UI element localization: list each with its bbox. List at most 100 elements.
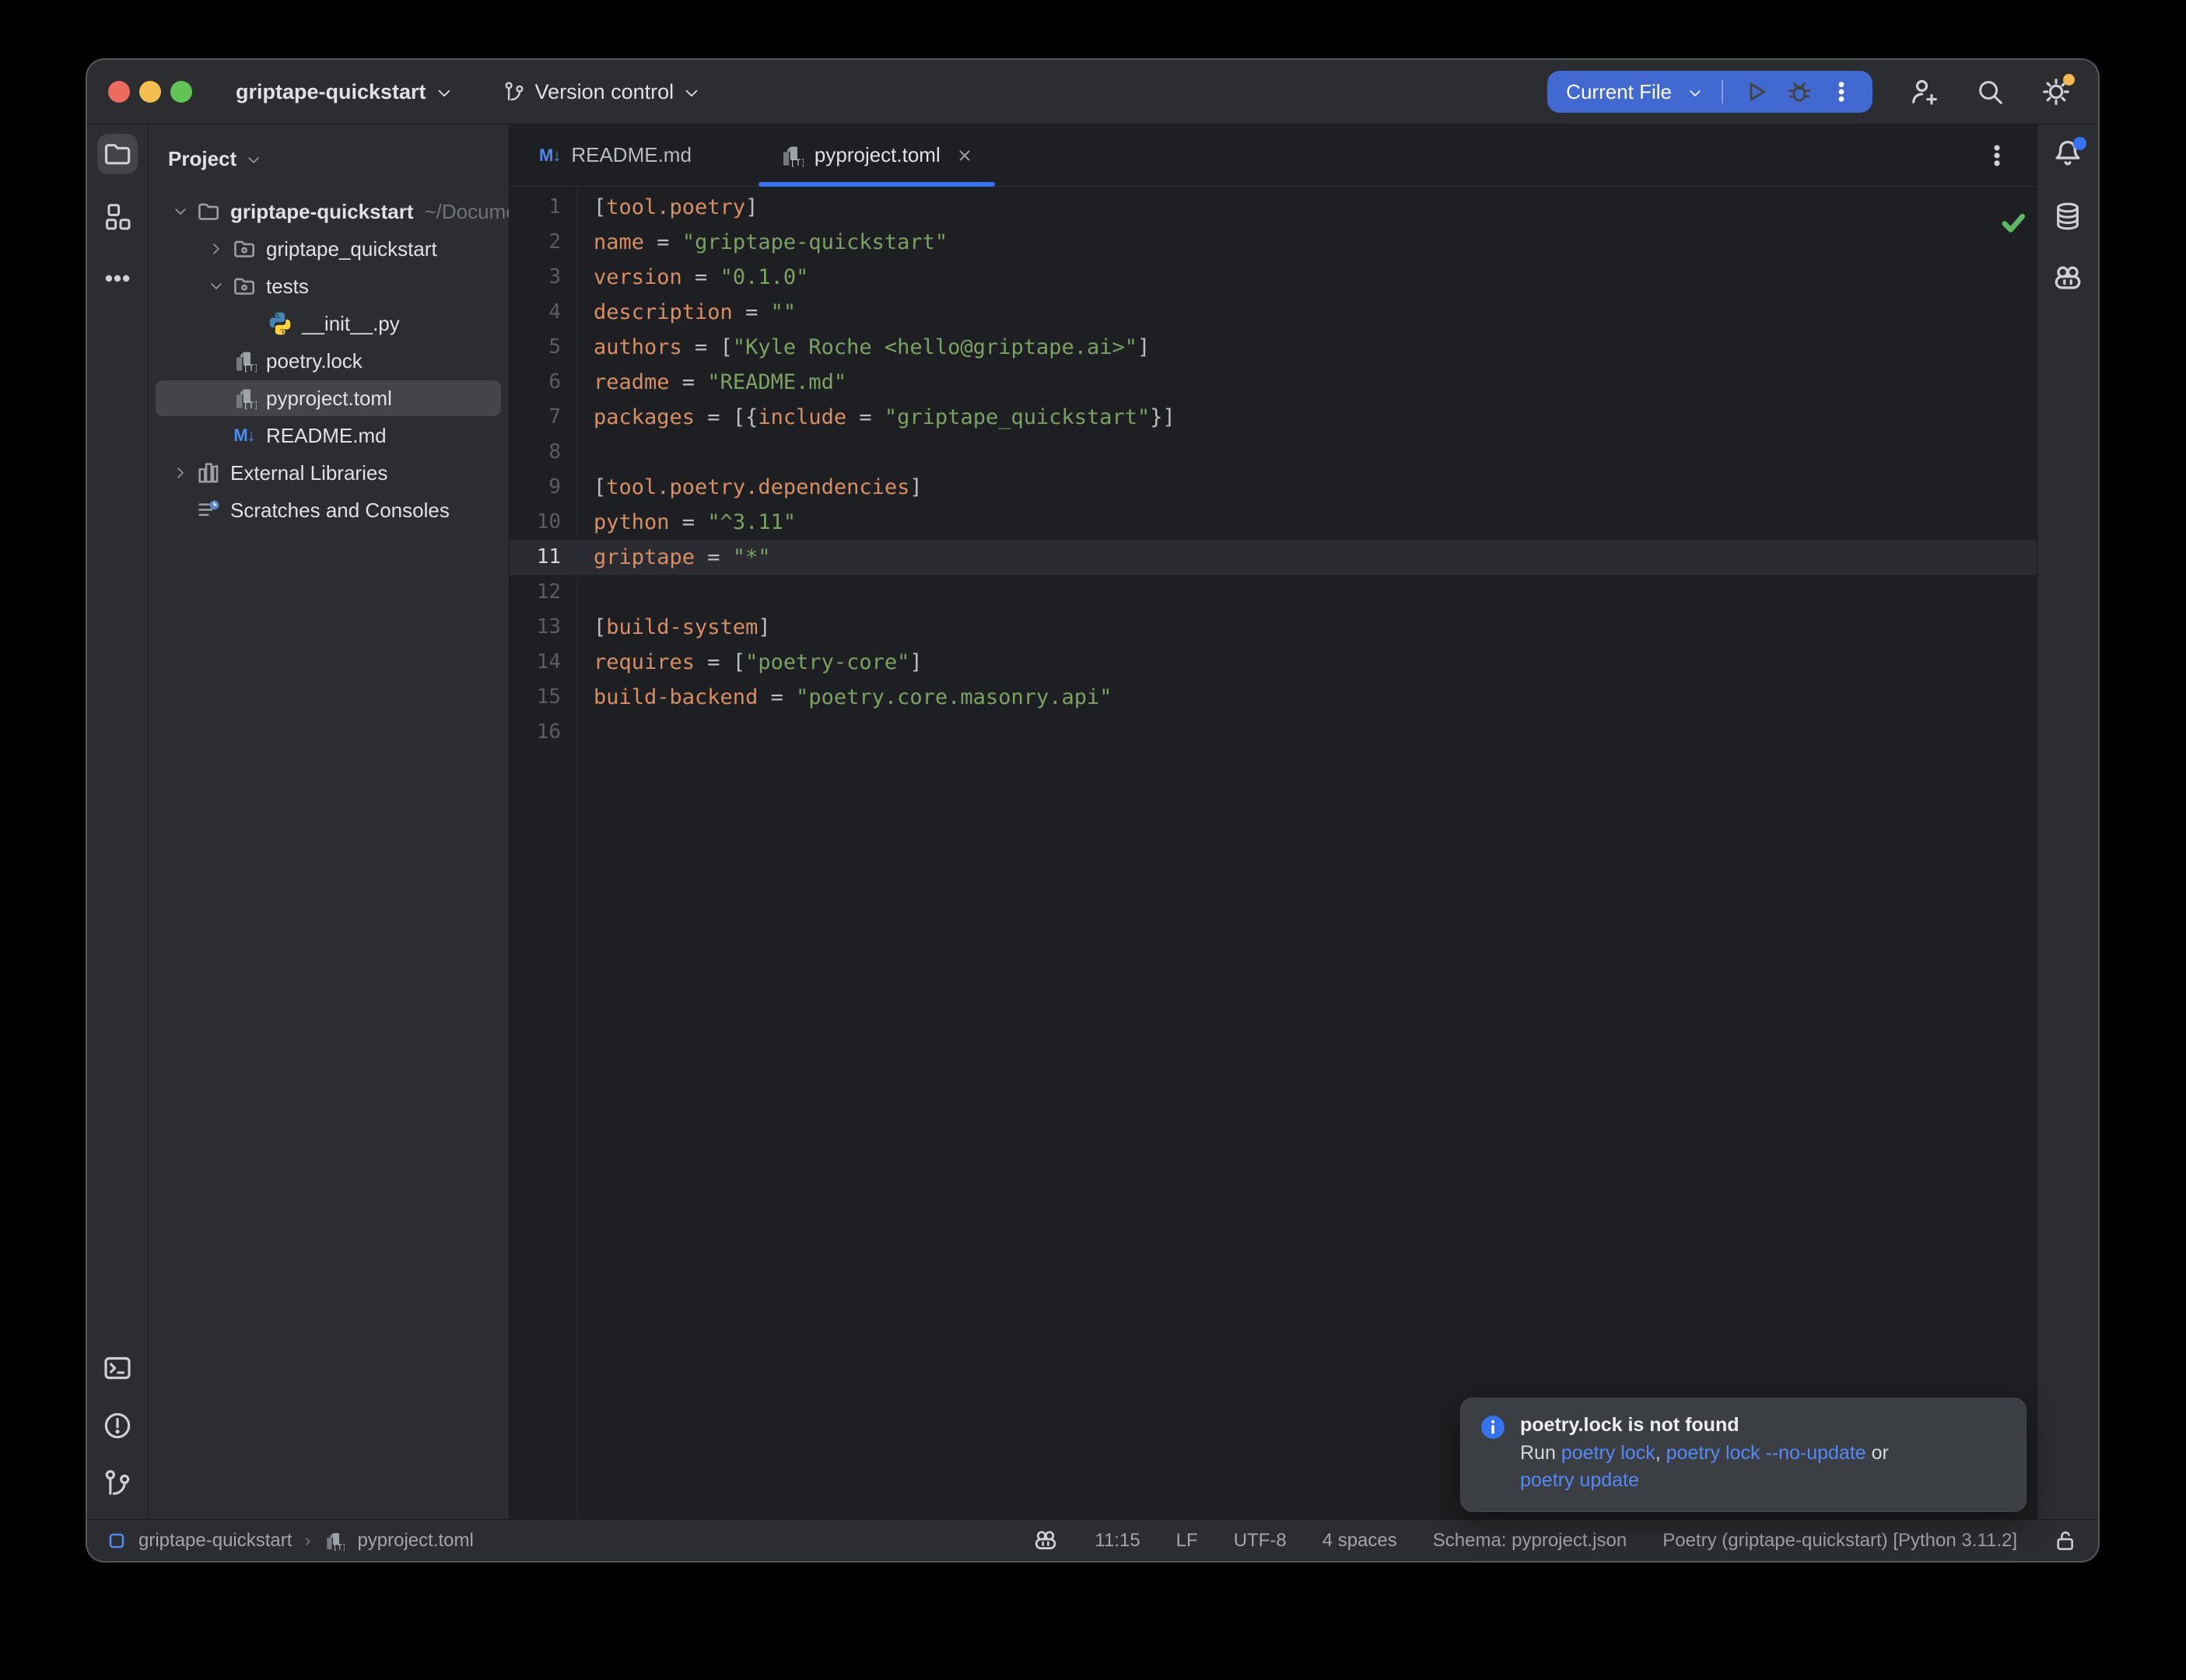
more-toolwindows-button[interactable] (97, 258, 138, 299)
database-toolwindow-button[interactable] (2048, 196, 2088, 236)
line-number[interactable]: 9 (510, 470, 578, 505)
interpreter-widget[interactable]: Poetry (griptape-quickstart) [Python 3.1… (1662, 1530, 2017, 1552)
run-configuration-selector[interactable]: Current File (1566, 80, 1672, 104)
project-panel-header[interactable]: Project (148, 124, 509, 193)
tree-item--init-py[interactable]: __init__.py (148, 305, 509, 342)
copilot-icon[interactable] (1032, 1528, 1059, 1554)
schema-widget[interactable]: Schema: pyproject.json (1433, 1530, 1627, 1552)
main-area: Project griptape-quickstart~/Docume gript… (87, 124, 2098, 1519)
tab-options-button[interactable] (1984, 124, 2010, 186)
notifications-button[interactable] (2048, 134, 2088, 174)
invite-user-icon[interactable] (1908, 76, 1939, 107)
breadcrumb-file[interactable]: pyproject.toml (357, 1530, 473, 1552)
tree-item-griptape-quickstart[interactable]: griptape-quickstart~/Docume (148, 193, 509, 230)
minimize-window-button[interactable] (139, 81, 161, 103)
settings-button[interactable] (2041, 76, 2072, 107)
tab-label: pyproject.toml (814, 143, 941, 167)
code-line[interactable]: 1[tool.poetry] (510, 190, 2037, 225)
code-line[interactable]: 10python = "^3.11" (510, 505, 2037, 540)
vcs-toolwindow-button[interactable] (97, 1463, 138, 1503)
chevron-right-icon[interactable] (202, 241, 230, 257)
toml-icon: [T] (230, 348, 258, 373)
line-number[interactable]: 12 (510, 575, 578, 610)
ai-assistant-toolwindow-button[interactable] (2048, 258, 2088, 299)
project-toolwindow-button[interactable] (97, 134, 138, 174)
tab-readme-md[interactable]: M↓ README.md (519, 124, 712, 186)
code-editor[interactable]: 1[tool.poetry]2name = "griptape-quicksta… (510, 187, 2037, 1519)
code-line[interactable]: 9[tool.poetry.dependencies] (510, 470, 2037, 505)
line-number[interactable]: 7 (510, 400, 578, 435)
line-number[interactable]: 1 (510, 190, 578, 225)
problems-toolwindow-button[interactable] (97, 1405, 138, 1446)
chevron-right-icon[interactable] (166, 465, 194, 481)
vcs-widget[interactable]: Version control (503, 80, 701, 104)
line-number[interactable]: 15 (510, 680, 578, 715)
code-line[interactable]: 12 (510, 575, 2037, 610)
more-run-options-button[interactable] (1829, 79, 1854, 104)
tree-item-external-libraries[interactable]: External Libraries (148, 454, 509, 492)
line-number[interactable]: 13 (510, 610, 578, 645)
notification-action-link[interactable]: poetry lock --no-update (1666, 1442, 1866, 1464)
tree-item-scratches-and-consoles[interactable]: Scratches and Consoles (148, 492, 509, 529)
notification-message: Run poetry lock, poetry lock --no-update… (1520, 1440, 1889, 1494)
unlocked-icon[interactable] (2053, 1528, 2078, 1553)
line-number[interactable]: 16 (510, 715, 578, 750)
code-line-text: name = "griptape-quickstart" (578, 225, 948, 260)
line-number[interactable]: 10 (510, 505, 578, 540)
code-line[interactable]: 15build-backend = "poetry.core.masonry.a… (510, 680, 2037, 715)
tree-item-poetry-lock[interactable]: [T]poetry.lock (148, 342, 509, 380)
tree-item-griptape-quickstart[interactable]: griptape_quickstart (148, 230, 509, 268)
structure-toolwindow-button[interactable] (97, 196, 138, 236)
tree-item-pyproject-toml[interactable]: [T]pyproject.toml (148, 380, 509, 417)
ide-window: griptape-quickstart Version control Curr… (87, 60, 2098, 1561)
inspections-ok-icon[interactable] (1999, 208, 2027, 236)
chevron-down-icon[interactable] (202, 278, 230, 294)
line-number[interactable]: 14 (510, 645, 578, 680)
caret-position-widget[interactable]: 11:15 (1095, 1530, 1140, 1552)
code-line[interactable]: 3version = "0.1.0" (510, 260, 2037, 295)
indent-widget[interactable]: 4 spaces (1322, 1530, 1397, 1552)
encoding-widget[interactable]: UTF-8 (1234, 1530, 1287, 1552)
notification-action-link[interactable]: poetry update (1520, 1469, 1639, 1491)
terminal-toolwindow-button[interactable] (97, 1348, 138, 1388)
close-window-button[interactable] (108, 81, 130, 103)
code-line[interactable]: 4description = "" (510, 295, 2037, 330)
code-line[interactable]: 16 (510, 715, 2037, 750)
code-line-current[interactable]: 11griptape = "*" (510, 540, 2037, 575)
line-number[interactable]: 11 (510, 540, 578, 575)
line-number[interactable]: 3 (510, 260, 578, 295)
code-line[interactable]: 2name = "griptape-quickstart" (510, 225, 2037, 260)
debug-button[interactable] (1785, 78, 1813, 106)
zoom-window-button[interactable] (170, 81, 192, 103)
close-tab-icon[interactable] (955, 145, 975, 166)
code-line[interactable]: 8 (510, 435, 2037, 470)
code-line[interactable]: 5authors = ["Kyle Roche <hello@griptape.… (510, 330, 2037, 365)
tab-pyproject-toml[interactable]: [T] pyproject.toml (758, 124, 995, 186)
tree-item-tests[interactable]: tests (148, 268, 509, 305)
gutter-divider (577, 187, 578, 1519)
code-line[interactable]: 13[build-system] (510, 610, 2037, 645)
project-widget[interactable]: griptape-quickstart (236, 80, 453, 104)
code-line[interactable]: 6readme = "README.md" (510, 365, 2037, 400)
line-number[interactable]: 5 (510, 330, 578, 365)
tree-item-readme-md[interactable]: M↓README.md (148, 417, 509, 454)
titlebar-actions (1872, 76, 2098, 107)
line-number[interactable]: 2 (510, 225, 578, 260)
breadcrumb-project[interactable]: griptape-quickstart (138, 1530, 292, 1552)
line-number[interactable]: 6 (510, 365, 578, 400)
chevron-down-icon (246, 152, 261, 168)
notification-action-link[interactable]: poetry lock (1561, 1442, 1655, 1464)
folder-icon (194, 199, 222, 224)
chevron-down-icon[interactable] (166, 204, 194, 219)
tree-item-label: griptape_quickstart (266, 237, 437, 261)
chevron-down-icon[interactable] (1687, 86, 1703, 101)
code-line[interactable]: 7packages = [{include = "griptape_quicks… (510, 400, 2037, 435)
code-line-text: packages = [{include = "griptape_quickst… (578, 400, 1175, 435)
code-line[interactable]: 14requires = ["poetry-core"] (510, 645, 2037, 680)
run-button[interactable] (1742, 78, 1770, 106)
line-separator-widget[interactable]: LF (1176, 1530, 1198, 1552)
line-number[interactable]: 4 (510, 295, 578, 330)
line-number[interactable]: 8 (510, 435, 578, 470)
status-widgets: 11:15 LF UTF-8 4 spaces Schema: pyprojec… (1032, 1528, 2078, 1554)
search-icon[interactable] (1975, 77, 2005, 107)
